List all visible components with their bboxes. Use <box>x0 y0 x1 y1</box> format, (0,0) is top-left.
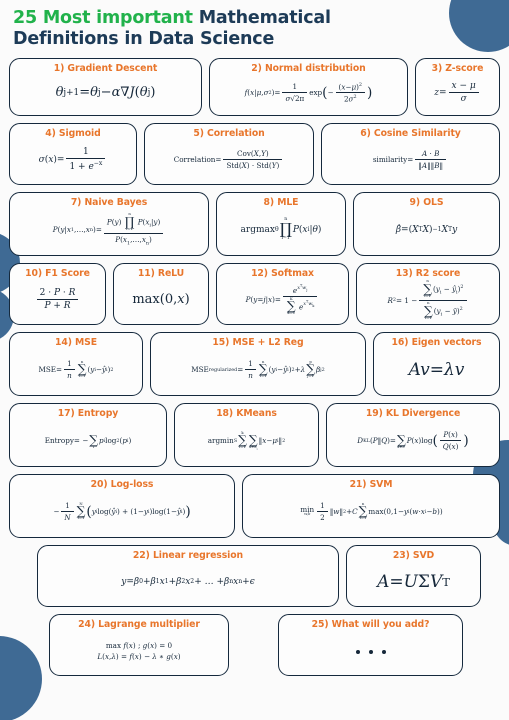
formula-z-score: z = x − μσ <box>422 75 493 110</box>
card-title: 17) Entropy <box>58 408 118 419</box>
formula-r2-score: R2 = 1 − n∑i=1(yi − ŷi)2 n∑i=1(yi − ȳ)2 <box>363 280 493 320</box>
card-naive-bayes[interactable]: 7) Naive Bayes P(y|x1,…,xn) = P(y) n∏i=1… <box>9 192 209 256</box>
formula-ols: β̂ = (XTX)−1XTy <box>360 209 493 250</box>
card-row-4: 10) F1 Score 2 · P · RP + R 11) ReLU max… <box>9 263 500 325</box>
card-title: 19) KL Divergence <box>366 408 460 419</box>
card-row-9: 24) Lagrange multiplier max f(x) ; g(x) … <box>9 614 500 676</box>
formula-sigmoid: σ(x) = 11 + e−x <box>16 140 130 179</box>
card-relu[interactable]: 11) ReLU max(0, x) <box>113 263 209 325</box>
card-title: 25) What will you add? <box>312 619 430 630</box>
formula-svm: minw,b 12 ‖w‖2 + C n∑i=1 max(0, 1 − yi(w… <box>249 491 493 532</box>
card-title: 22) Linear regression <box>133 550 243 561</box>
title-navy-part-1: Mathematical <box>199 8 331 28</box>
card-title: 8) MLE <box>264 197 299 208</box>
card-title: 9) OLS <box>410 197 444 208</box>
title-green-part: 25 Most important <box>13 8 193 28</box>
card-gradient-descent[interactable]: 1) Gradient Descent θj+1 = θj − α∇J(θj) <box>9 58 202 116</box>
card-title: 7) Naive Bayes <box>71 197 147 208</box>
card-title: 6) Cosine Similarity <box>360 128 461 139</box>
formula-svd: A = UΣVT <box>353 562 474 601</box>
card-lagrange-multiplier[interactable]: 24) Lagrange multiplier max f(x) ; g(x) … <box>49 614 229 676</box>
card-sigmoid[interactable]: 4) Sigmoid σ(x) = 11 + e−x <box>9 123 137 185</box>
formula-gradient-descent: θj+1 = θj − α∇J(θj) <box>16 75 195 110</box>
formula-lagrange-line1: max f(x) ; g(x) = 0 <box>106 641 172 650</box>
card-r2-score[interactable]: 13) R2 score R2 = 1 − n∑i=1(yi − ŷi)2 n∑… <box>356 263 500 325</box>
title-navy-part-2: Definitions in Data Science <box>13 29 274 49</box>
card-mse[interactable]: 14) MSE MSE = 1n n∑i=1 (yi − ŷi)2 <box>9 332 143 396</box>
card-eigen-vectors[interactable]: 16) Eigen vectors Av = λv <box>373 332 500 396</box>
infographic-page: 25 Most important Mathematical Definitio… <box>0 0 509 720</box>
card-what-will-you-add[interactable]: 25) What will you add? <box>278 614 463 676</box>
card-title: 18) KMeans <box>216 408 277 419</box>
card-svd[interactable]: 23) SVD A = UΣVT <box>346 545 481 607</box>
card-title: 20) Log-loss <box>91 479 154 490</box>
formula-lagrange-line2: L(x,λ) = f(x) − λ ∗ g(x) <box>97 652 180 661</box>
formula-relu: max(0, x) <box>120 280 202 319</box>
formula-kl-divergence: DKL(P‖Q) = ∑x∈𝒳 P(x) log ( P(x)Q(x) ) <box>333 420 493 461</box>
formula-f1-score: 2 · P · RP + R <box>16 280 99 319</box>
formula-log-loss: − 1N N∑i=1 (yi log(ŷi) + (1 − yi) log(1 … <box>16 491 228 532</box>
card-row-6: 17) Entropy Entropy = − ∑i pi log2(pi) 1… <box>9 403 500 467</box>
card-title: 5) Correlation <box>193 128 264 139</box>
card-row-7: 20) Log-loss − 1N N∑i=1 (yi log(ŷi) + (1… <box>9 474 500 538</box>
card-softmax[interactable]: 12) Softmax P(y = j|x) = exTwj K∑k=1 exT… <box>216 263 349 325</box>
formula-softmax: P(y = j|x) = exTwj K∑k=1 exTwk <box>223 280 342 319</box>
card-entropy[interactable]: 17) Entropy Entropy = − ∑i pi log2(pi) <box>9 403 167 467</box>
formula-placeholder-dots <box>285 631 456 670</box>
card-kmeans[interactable]: 18) KMeans argminS k∑i=1 ∑x∈Si ‖x − μi‖2 <box>174 403 319 467</box>
formula-normal-distribution: f(x|μ,σ2) = 1σ√2π exp (− (x−μ)22σ2 ) <box>216 75 401 110</box>
formula-lagrange-multiplier: max f(x) ; g(x) = 0 L(x,λ) = f(x) − λ ∗ … <box>56 631 222 670</box>
formula-naive-bayes: P(y|x1,…,xn) = P(y) n∏i=1 P(xi|y) P(x1,…… <box>16 209 202 250</box>
card-title: 3) Z-score <box>432 63 484 74</box>
card-row-3: 7) Naive Bayes P(y|x1,…,xn) = P(y) n∏i=1… <box>9 192 500 256</box>
formula-kmeans: argminS k∑i=1 ∑x∈Si ‖x − μi‖2 <box>181 420 312 461</box>
card-title: 16) Eigen vectors <box>392 337 482 348</box>
card-title: 1) Gradient Descent <box>54 63 157 74</box>
card-mse-l2-reg[interactable]: 15) MSE + L2 Reg MSEregularized = 1n n∑i… <box>150 332 366 396</box>
card-linear-regression[interactable]: 22) Linear regression y = β0 + β1x1 + β2… <box>37 545 339 607</box>
formula-entropy: Entropy = − ∑i pi log2(pi) <box>16 420 160 461</box>
card-row-1: 1) Gradient Descent θj+1 = θj − α∇J(θj) … <box>9 58 500 116</box>
card-title: 2) Normal distribution <box>251 63 365 74</box>
card-row-2: 4) Sigmoid σ(x) = 11 + e−x 5) Correlatio… <box>9 123 500 185</box>
card-title: 4) Sigmoid <box>45 128 100 139</box>
card-title: 11) ReLU <box>138 268 184 279</box>
card-title: 13) R2 score <box>396 268 460 279</box>
card-kl-divergence[interactable]: 19) KL Divergence DKL(P‖Q) = ∑x∈𝒳 P(x) l… <box>326 403 500 467</box>
card-z-score[interactable]: 3) Z-score z = x − μσ <box>415 58 500 116</box>
card-title: 10) F1 Score <box>25 268 90 279</box>
formula-cosine-similarity: similarity = A · B‖A‖‖B‖ <box>328 140 493 179</box>
card-title: 24) Lagrange multiplier <box>78 619 200 630</box>
card-title: 14) MSE <box>55 337 97 348</box>
card-title: 21) SVM <box>350 479 393 490</box>
card-mle[interactable]: 8) MLE argmaxθ n∏i=1 P(xi|θ) <box>216 192 346 256</box>
page-title: 25 Most important Mathematical Definitio… <box>13 8 500 49</box>
card-row-8: 22) Linear regression y = β0 + β1x1 + β2… <box>9 545 500 607</box>
formula-linear-regression: y = β0 + β1x1 + β2x2 + … + βnxn + ϵ <box>44 562 332 601</box>
card-ols[interactable]: 9) OLS β̂ = (XTX)−1XTy <box>353 192 500 256</box>
three-dots-icon <box>356 645 386 656</box>
card-log-loss[interactable]: 20) Log-loss − 1N N∑i=1 (yi log(ŷi) + (1… <box>9 474 235 538</box>
card-normal-distribution[interactable]: 2) Normal distribution f(x|μ,σ2) = 1σ√2π… <box>209 58 408 116</box>
card-title: 15) MSE + L2 Reg <box>212 337 303 348</box>
card-title: 23) SVD <box>393 550 434 561</box>
formula-mse: MSE = 1n n∑i=1 (yi − ŷi)2 <box>16 349 136 390</box>
card-svm[interactable]: 21) SVM minw,b 12 ‖w‖2 + C n∑i=1 max(0, … <box>242 474 500 538</box>
card-cosine-similarity[interactable]: 6) Cosine Similarity similarity = A · B‖… <box>321 123 500 185</box>
formula-mle: argmaxθ n∏i=1 P(xi|θ) <box>223 209 339 250</box>
card-row-5: 14) MSE MSE = 1n n∑i=1 (yi − ŷi)2 15) MS… <box>9 332 500 396</box>
card-f1-score[interactable]: 10) F1 Score 2 · P · RP + R <box>9 263 106 325</box>
card-correlation[interactable]: 5) Correlation Correlation = Cov(X,Y)Std… <box>144 123 314 185</box>
formula-correlation: Correlation = Cov(X,Y)Std(X) · Std(Y) <box>151 140 307 179</box>
formula-mse-l2-reg: MSEregularized = 1n n∑i=1 (yi − ŷi)2 + λ… <box>157 349 359 390</box>
card-title: 12) Softmax <box>251 268 314 279</box>
formula-eigen-vectors: Av = λv <box>380 349 493 390</box>
